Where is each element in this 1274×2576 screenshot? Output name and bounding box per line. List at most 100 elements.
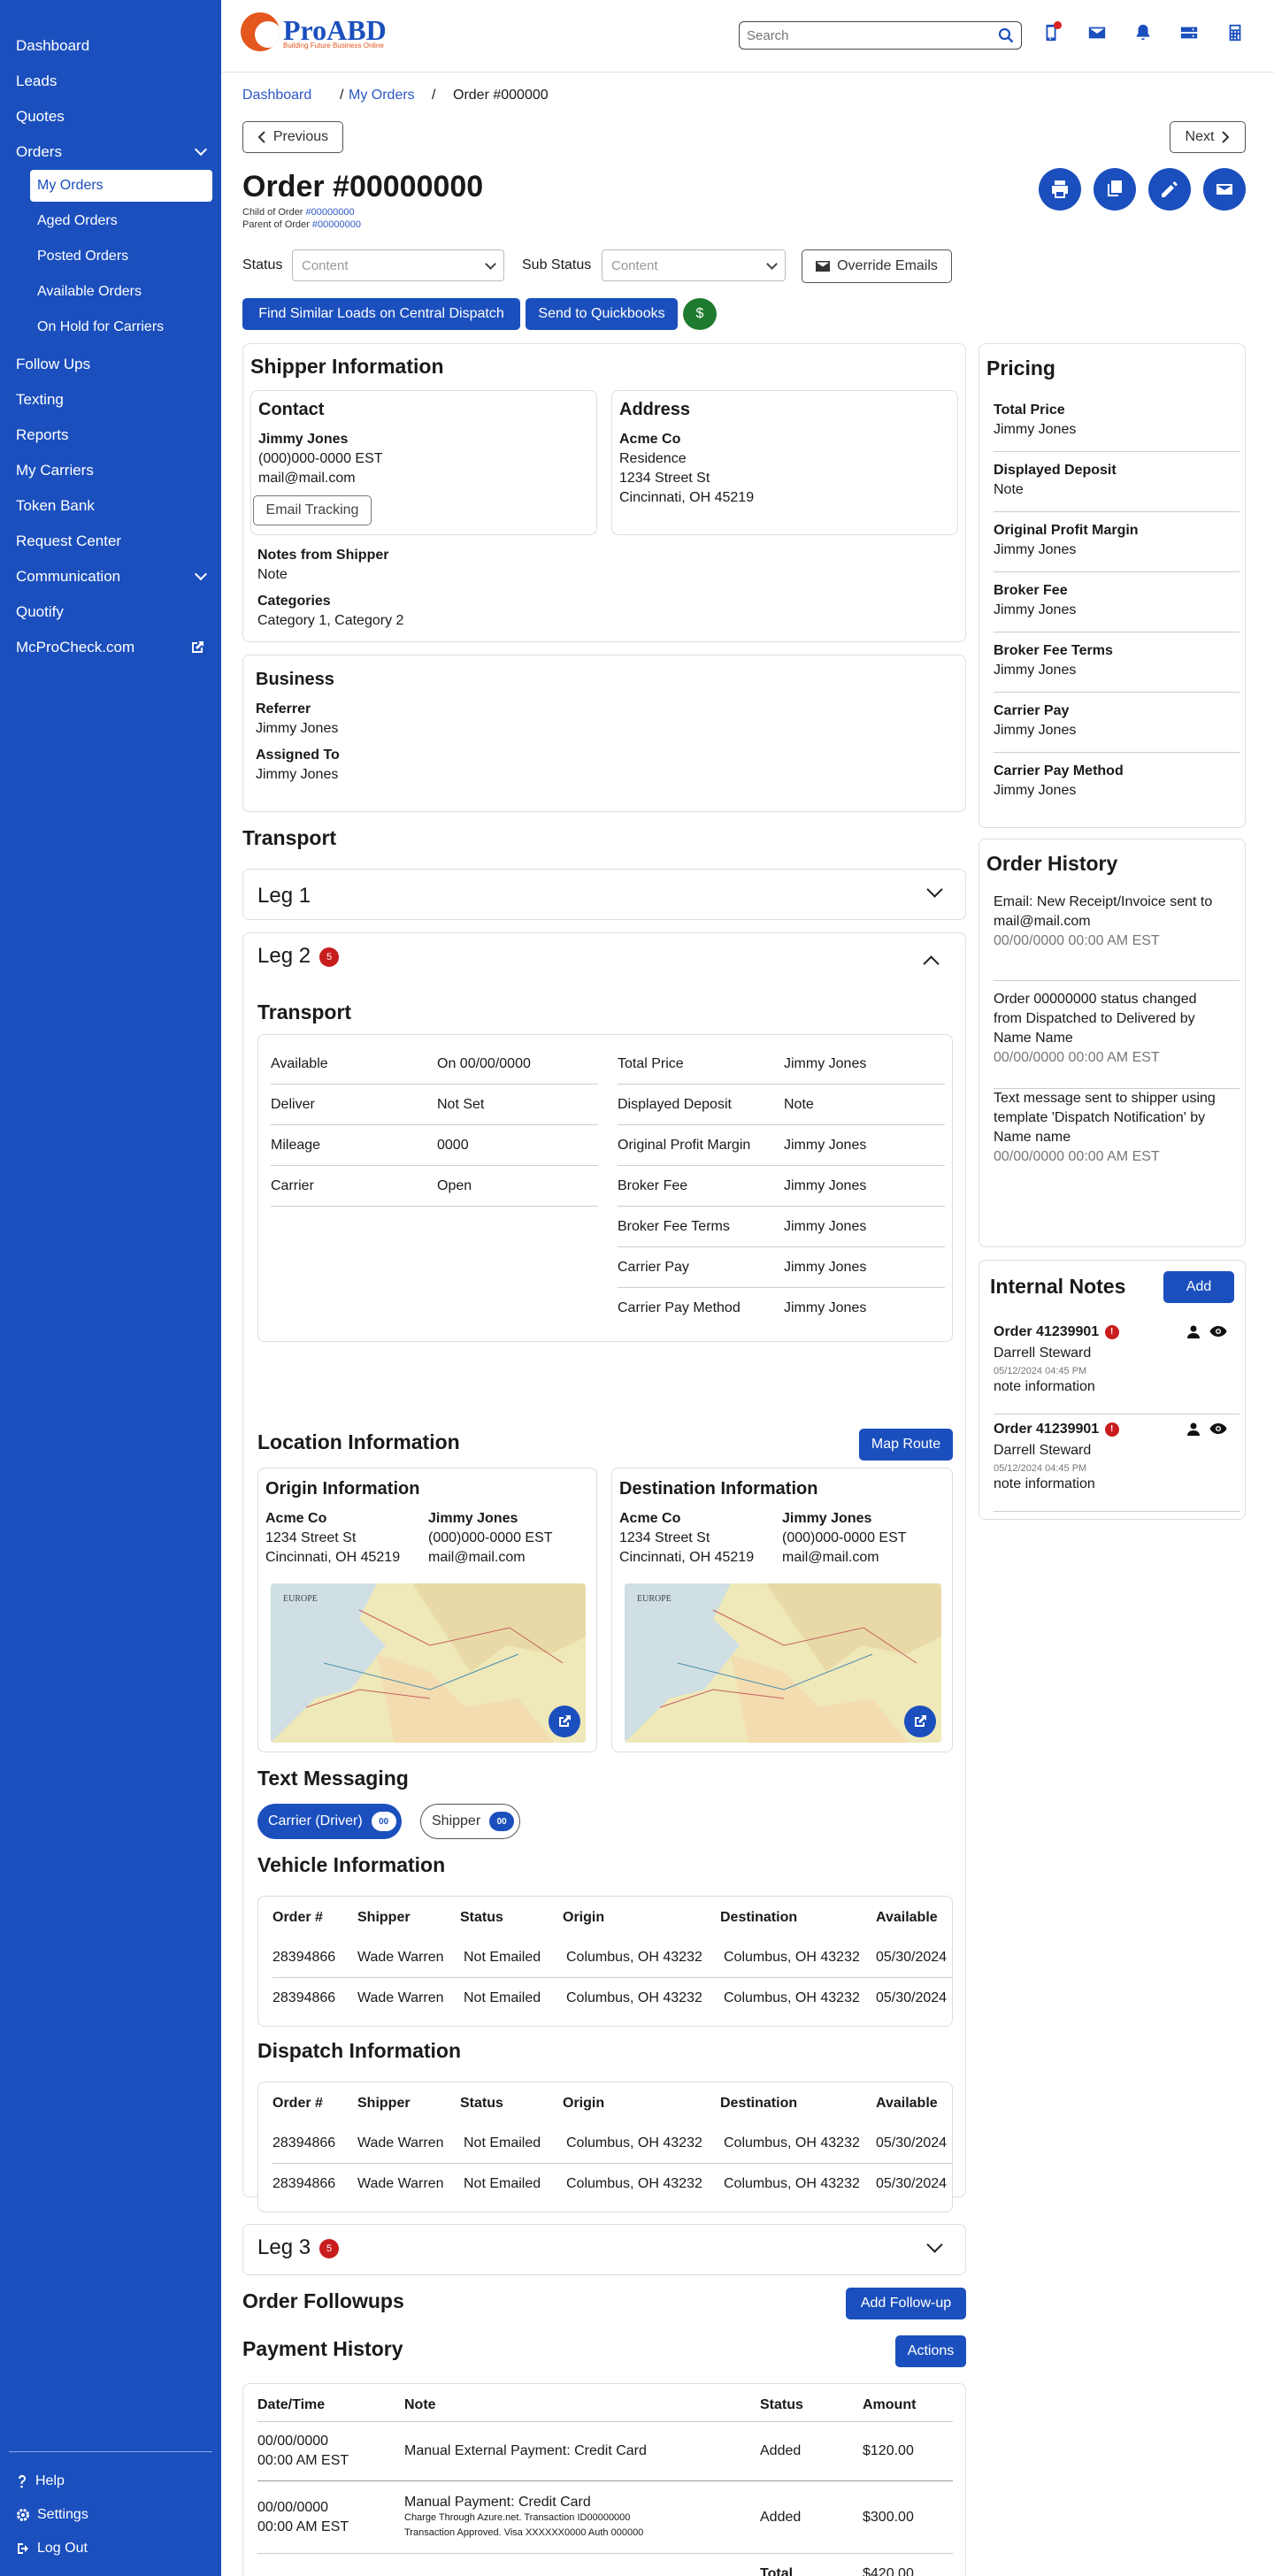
eye-icon[interactable]	[1209, 1422, 1227, 1436]
external-link-icon	[915, 1715, 926, 1727]
email-tracking-button[interactable]: Email Tracking	[253, 495, 372, 525]
transport-row: Carrier Open	[271, 1166, 598, 1207]
mobile-notification-button[interactable]	[1040, 21, 1063, 44]
sidebar-item-orders[interactable]: Orders	[0, 134, 221, 170]
add-note-button[interactable]: Add	[1163, 1271, 1234, 1303]
status-placeholder: Content	[302, 257, 349, 273]
origin-map[interactable]: EUROPE	[271, 1583, 586, 1743]
printer-icon	[1052, 180, 1068, 198]
leg-3-title: Leg 3	[257, 2235, 311, 2259]
parent-order-link[interactable]: #00000000	[312, 219, 361, 230]
table-cell: Columbus, OH 43232	[724, 1990, 860, 2005]
sidebar-subitem-label: On Hold for Carriers	[37, 319, 165, 334]
status-select[interactable]: Content	[292, 249, 504, 281]
user-icon[interactable]	[1186, 1422, 1201, 1436]
find-similar-loads-button[interactable]: Find Similar Loads on Central Dispatch	[242, 298, 520, 330]
shipper-information-card: Shipper Information Contact Jimmy Jones …	[242, 343, 966, 642]
dispatch-information-title: Dispatch Information	[257, 2039, 462, 2062]
sidebar-item-label: Orders	[16, 143, 62, 160]
next-button[interactable]: Next	[1170, 121, 1246, 153]
search-input[interactable]	[747, 27, 998, 43]
pricing-row-value: Note	[994, 482, 1024, 497]
search-icon[interactable]	[998, 27, 1014, 43]
table-row[interactable]: 28394866 Wade Warren Not Emailed Columbu…	[272, 1978, 952, 2019]
payment-status: Added	[760, 2509, 802, 2525]
dollar-button[interactable]: $	[683, 298, 717, 330]
sidebar-subitem-aged-orders[interactable]: Aged Orders	[30, 205, 212, 237]
sidebar-item-my-carriers[interactable]: My Carriers	[0, 453, 221, 488]
child-order-link[interactable]: #00000000	[306, 207, 355, 218]
chevron-up-icon[interactable]	[923, 955, 940, 972]
open-map-button[interactable]	[549, 1706, 580, 1737]
pricing-row-label: Broker Fee Terms	[994, 643, 1113, 658]
sidebar-help[interactable]: Help	[0, 2465, 221, 2498]
table-row[interactable]: 28394866 Wade Warren Not Emailed Columbu…	[272, 1937, 952, 1978]
print-button[interactable]	[1039, 168, 1081, 211]
transport-row-value: 0000	[437, 1138, 469, 1153]
sidebar-item-follow-ups[interactable]: Follow Ups	[0, 347, 221, 382]
leg-2-header[interactable]: Leg 2 5	[257, 944, 340, 969]
breadcrumb-dashboard[interactable]: Dashboard	[242, 88, 311, 104]
open-map-button[interactable]	[904, 1706, 936, 1737]
edit-button[interactable]	[1148, 168, 1191, 211]
leg-3-accordion[interactable]: Leg 3 5	[242, 2224, 966, 2275]
sidebar-subitem-on-hold[interactable]: On Hold for Carriers	[30, 311, 212, 343]
map-route-button[interactable]: Map Route	[859, 1429, 953, 1460]
calculator-button[interactable]	[1224, 21, 1247, 44]
note-order: Order 41239901 !	[994, 1420, 1119, 1439]
sidebar-item-label: Dashboard	[16, 37, 90, 54]
sub-status-select[interactable]: Content	[602, 249, 786, 281]
sidebar-subitem-available-orders[interactable]: Available Orders	[30, 276, 212, 308]
breadcrumb-my-orders[interactable]: My Orders	[349, 88, 415, 104]
override-emails-button[interactable]: Override Emails	[802, 249, 952, 283]
sidebar-item-mcprocheck[interactable]: McProCheck.com	[0, 630, 221, 665]
server-icon	[1180, 27, 1198, 39]
sidebar-item-token-bank[interactable]: Token Bank	[0, 488, 221, 524]
transport-row: Carrier Pay Method Jimmy Jones	[618, 1288, 945, 1329]
transport-row-value: Open	[437, 1178, 472, 1193]
history-line: Email: New Receipt/Invoice sent to	[994, 894, 1213, 909]
table-row[interactable]: 28394866 Wade Warren Not Emailed Columbu…	[272, 2164, 952, 2204]
sidebar-item-quotes[interactable]: Quotes	[0, 99, 221, 134]
sidebar-item-texting[interactable]: Texting	[0, 382, 221, 418]
sidebar-item-dashboard[interactable]: Dashboard	[0, 28, 221, 64]
logo[interactable]: ProABD Building Future Business Online	[241, 12, 387, 51]
child-label: Child of Order	[242, 207, 303, 218]
pricing-row-label: Broker Fee	[994, 583, 1068, 598]
table-cell: 28394866	[272, 1949, 336, 1965]
storage-button[interactable]	[1178, 21, 1201, 44]
email-button[interactable]	[1086, 21, 1109, 44]
pricing-row-value: Jimmy Jones	[994, 783, 1077, 798]
send-to-quickbooks-button[interactable]: Send to Quickbooks	[526, 298, 678, 330]
sidebar-item-leads[interactable]: Leads	[0, 64, 221, 99]
sidebar-item-communication[interactable]: Communication	[0, 559, 221, 594]
eye-icon[interactable]	[1209, 1324, 1227, 1338]
sidebar-item-request-center[interactable]: Request Center	[0, 524, 221, 559]
email-order-button[interactable]	[1203, 168, 1246, 211]
sidebar-logout[interactable]: Log Out	[0, 2532, 221, 2565]
table-row[interactable]: 28394866 Wade Warren Not Emailed Columbu…	[272, 2123, 952, 2164]
tab-shipper[interactable]: Shipper 00	[420, 1804, 521, 1839]
notifications-button[interactable]	[1132, 21, 1155, 44]
tab-carrier-driver[interactable]: Carrier (Driver) 00	[257, 1804, 402, 1839]
table-row[interactable]: 00/00/0000 00:00 AM EST Manual External P…	[257, 2421, 953, 2481]
sidebar-item-quotify[interactable]: Quotify	[0, 594, 221, 630]
logo-mark-icon	[241, 12, 280, 51]
sidebar-item-reports[interactable]: Reports	[0, 418, 221, 453]
breadcrumb-current: Order #000000	[453, 88, 549, 103]
sidebar-settings[interactable]: Settings	[0, 2498, 221, 2532]
user-icon[interactable]	[1186, 1324, 1201, 1338]
table-cell: Columbus, OH 43232	[566, 1949, 702, 1965]
sidebar-subitem-my-orders[interactable]: My Orders	[30, 170, 212, 202]
contact-title: Contact	[258, 400, 325, 419]
leg-1-accordion[interactable]: Leg 1	[242, 869, 966, 920]
add-follow-up-button[interactable]: Add Follow-up	[846, 2288, 966, 2319]
table-row[interactable]: 00/00/0000 00:00 AM EST Manual Payment: C…	[257, 2481, 953, 2554]
sidebar-subitem-posted-orders[interactable]: Posted Orders	[30, 241, 212, 272]
table-cell: 05/30/2024	[876, 2176, 948, 2191]
previous-button[interactable]: Previous	[242, 121, 343, 153]
actions-button[interactable]: Actions	[895, 2335, 966, 2367]
destination-map[interactable]: EUROPE	[625, 1583, 941, 1743]
copy-button[interactable]	[1094, 168, 1136, 211]
transport-row-label: Original Profit Margin	[618, 1138, 751, 1153]
